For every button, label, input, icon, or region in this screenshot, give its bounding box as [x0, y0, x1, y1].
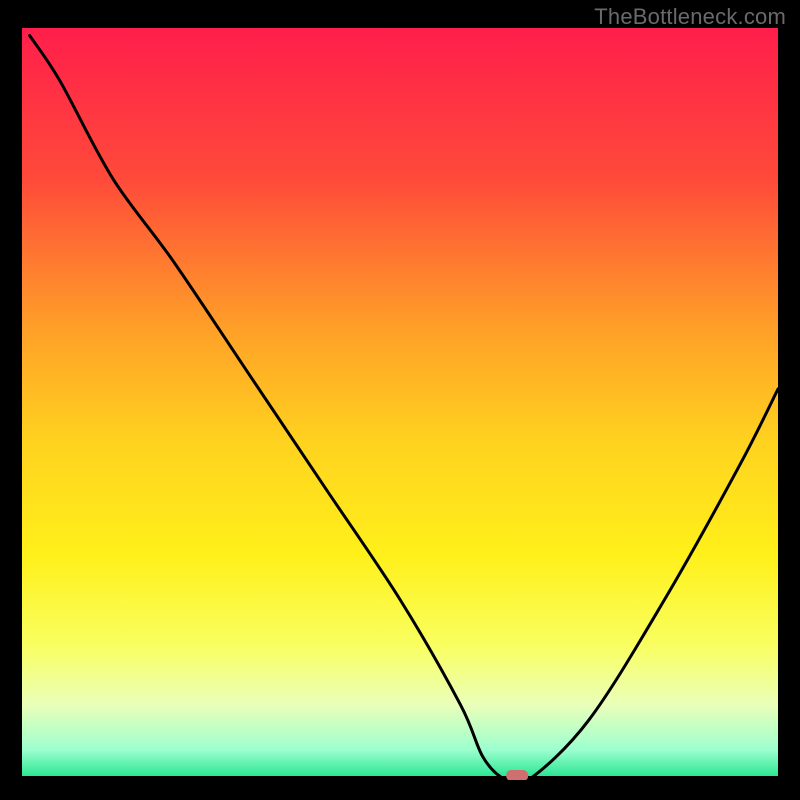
bottleneck-chart	[22, 28, 778, 780]
optimal-point-marker	[506, 770, 528, 780]
x-axis-baseline	[22, 776, 778, 780]
watermark-label: TheBottleneck.com	[594, 4, 786, 30]
gradient-background	[22, 28, 778, 780]
plot-area	[22, 28, 778, 780]
chart-frame: TheBottleneck.com	[0, 0, 800, 800]
